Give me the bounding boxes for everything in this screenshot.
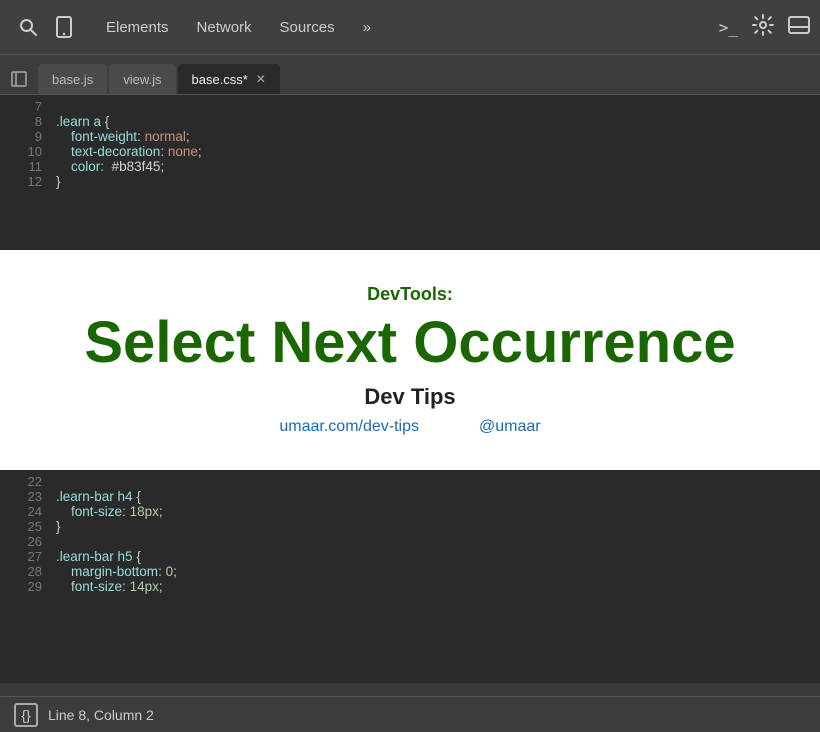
tab-view-js[interactable]: view.js	[109, 64, 175, 94]
feature-banner: DevTools: Select Next Occurrence Dev Tip…	[0, 250, 820, 470]
sidebar-toggle-button[interactable]	[4, 64, 34, 94]
code-line-10: 10 text-decoration: none;	[0, 144, 820, 159]
code-line-9: 9 font-weight: normal;	[0, 129, 820, 144]
banner-title: Select Next Occurrence	[84, 311, 735, 375]
banner-link-twitter[interactable]: @umaar	[479, 418, 541, 436]
status-bar: {} Line 8, Column 2	[0, 696, 820, 732]
code-line-25: 25 }	[0, 519, 820, 534]
bracket-icon[interactable]: {}	[14, 703, 38, 727]
file-tabs-bar: base.js view.js base.css* ✕	[0, 55, 820, 95]
code-editor-bottom: 22 23 .learn-bar h4 { 24 font-size: 18px…	[0, 470, 820, 683]
dock-icon[interactable]	[788, 16, 810, 39]
code-line-11: 11 color: #b83f45;	[0, 159, 820, 174]
cursor-position: Line 8, Column 2	[48, 707, 154, 723]
toolbar-right: >_	[719, 14, 810, 41]
code-line-8: 8 .learn a {	[0, 114, 820, 129]
close-tab-icon[interactable]: ✕	[256, 72, 266, 86]
code-line-28: 28 margin-bottom: 0;	[0, 564, 820, 579]
code-line-23: 23 .learn-bar h4 {	[0, 489, 820, 504]
banner-links: umaar.com/dev-tips @umaar	[279, 418, 540, 436]
devtools-toolbar: Elements Network Sources » >_	[0, 0, 820, 55]
status-bar-left: {} Line 8, Column 2	[14, 703, 154, 727]
search-icon[interactable]	[10, 9, 46, 45]
nav-network[interactable]: Network	[183, 13, 266, 42]
code-line-26: 26	[0, 534, 820, 549]
code-line-22: 22	[0, 474, 820, 489]
banner-brand: Dev Tips	[364, 384, 455, 410]
code-line-7: 7	[0, 99, 820, 114]
nav-more[interactable]: »	[349, 13, 385, 42]
tab-base-js[interactable]: base.js	[38, 64, 107, 94]
banner-subtitle: DevTools:	[367, 284, 453, 305]
code-line-29: 29 font-size: 14px;	[0, 579, 820, 594]
code-line-12: 12 }	[0, 174, 820, 189]
code-editor-top: 7 8 .learn a { 9 font-weight: normal; 10…	[0, 95, 820, 250]
gear-icon[interactable]	[752, 14, 774, 41]
mobile-icon[interactable]	[46, 9, 82, 45]
nav-elements[interactable]: Elements	[92, 13, 183, 42]
code-line-24: 24 font-size: 18px;	[0, 504, 820, 519]
code-line-27: 27 .learn-bar h5 {	[0, 549, 820, 564]
banner-link-website[interactable]: umaar.com/dev-tips	[279, 418, 419, 436]
tab-base-css[interactable]: base.css* ✕	[178, 64, 280, 94]
toolbar-nav: Elements Network Sources »	[92, 13, 719, 42]
nav-sources[interactable]: Sources	[266, 13, 349, 42]
terminal-icon[interactable]: >_	[719, 18, 738, 37]
